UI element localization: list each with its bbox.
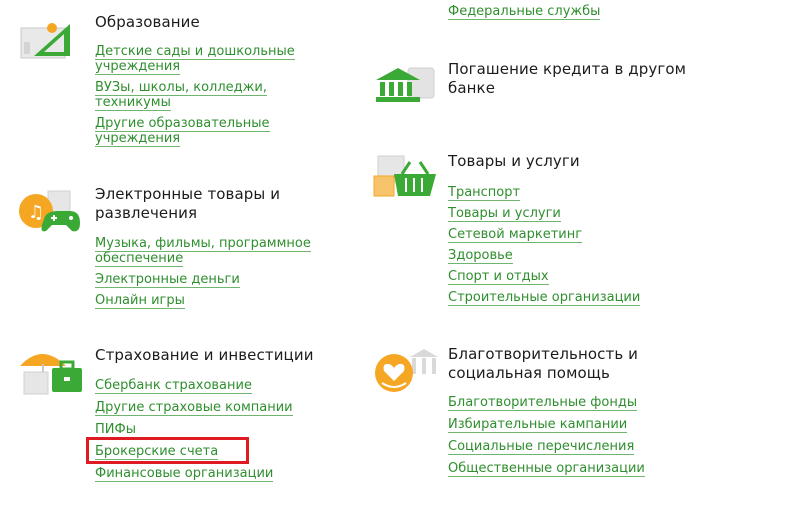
education-icon bbox=[20, 23, 70, 59]
bank-icon bbox=[376, 67, 435, 102]
charity-heart-icon bbox=[375, 349, 438, 392]
link-charity-funds[interactable]: Благотворительные фонды bbox=[448, 395, 688, 411]
highlight-box bbox=[86, 437, 249, 464]
payments-categories-page: Федеральные службы Образование Детские с… bbox=[0, 0, 800, 512]
link-online-games[interactable]: Онлайн игры bbox=[95, 293, 325, 309]
link-sport-leisure[interactable]: Спорт и отдых bbox=[448, 269, 688, 285]
svg-text:♫: ♫ bbox=[28, 202, 44, 223]
umbrella-briefcase-icon bbox=[20, 354, 82, 395]
link-health[interactable]: Здоровье bbox=[448, 248, 688, 264]
link-sberbank-insurance[interactable]: Сбербанк страхование bbox=[95, 378, 325, 394]
link-financial-organizations[interactable]: Финансовые организации bbox=[95, 466, 325, 482]
link-kindergartens[interactable]: Детские сады и дошкольные учреждения bbox=[95, 44, 325, 75]
link-election-campaigns[interactable]: Избирательные кампании bbox=[448, 417, 688, 433]
shopping-basket-icon bbox=[373, 155, 436, 197]
category-charity-social: Благотворительность и социальная помощь … bbox=[360, 335, 700, 485]
link-construction[interactable]: Строительные организации bbox=[448, 290, 688, 306]
category-title: Погашение кредита в другом банке bbox=[448, 60, 687, 97]
category-loan-repayment: Погашение кредита в другом банке bbox=[360, 50, 700, 110]
category-insurance-investments: Страхование и инвестиции Сбербанк страхо… bbox=[0, 340, 340, 490]
link-mutual-funds[interactable]: ПИФы bbox=[95, 422, 325, 438]
link-network-marketing[interactable]: Сетевой маркетинг bbox=[448, 227, 688, 243]
link-electronic-money[interactable]: Электронные деньги bbox=[95, 272, 325, 288]
category-title: Товары и услуги bbox=[448, 152, 580, 170]
link-social-transfers[interactable]: Социальные перечисления bbox=[448, 439, 688, 455]
link-other-insurance[interactable]: Другие страховые компании bbox=[95, 400, 325, 416]
link-goods-services[interactable]: Товары и услуги bbox=[448, 206, 688, 222]
gamepad-music-icon: ♫ bbox=[19, 190, 80, 232]
link-transport[interactable]: Транспорт bbox=[448, 185, 688, 201]
link-music-movies-software[interactable]: Музыка, фильмы, программное обеспечение bbox=[95, 236, 325, 267]
category-title: Электронные товары и развлечения bbox=[95, 185, 281, 222]
link-universities-schools[interactable]: ВУЗы, школы, колледжи, техникумы bbox=[95, 80, 325, 111]
category-title: Благотворительность и социальная помощь bbox=[448, 345, 638, 382]
category-title: Страхование и инвестиции bbox=[95, 346, 314, 364]
category-electronic-entertainment: ♫ Электронные товары и развлечения Музык… bbox=[0, 175, 340, 315]
link-federal-services[interactable]: Федеральные службы bbox=[448, 4, 601, 20]
category-title: Образование bbox=[95, 13, 200, 31]
category-education: Образование Детские сады и дошкольные уч… bbox=[0, 0, 340, 160]
category-goods-services: Товары и услуги Транспорт Товары и услуг… bbox=[360, 140, 700, 320]
link-public-organizations[interactable]: Общественные организации bbox=[448, 461, 688, 477]
link-other-education[interactable]: Другие образовательные учреждения bbox=[95, 116, 325, 147]
